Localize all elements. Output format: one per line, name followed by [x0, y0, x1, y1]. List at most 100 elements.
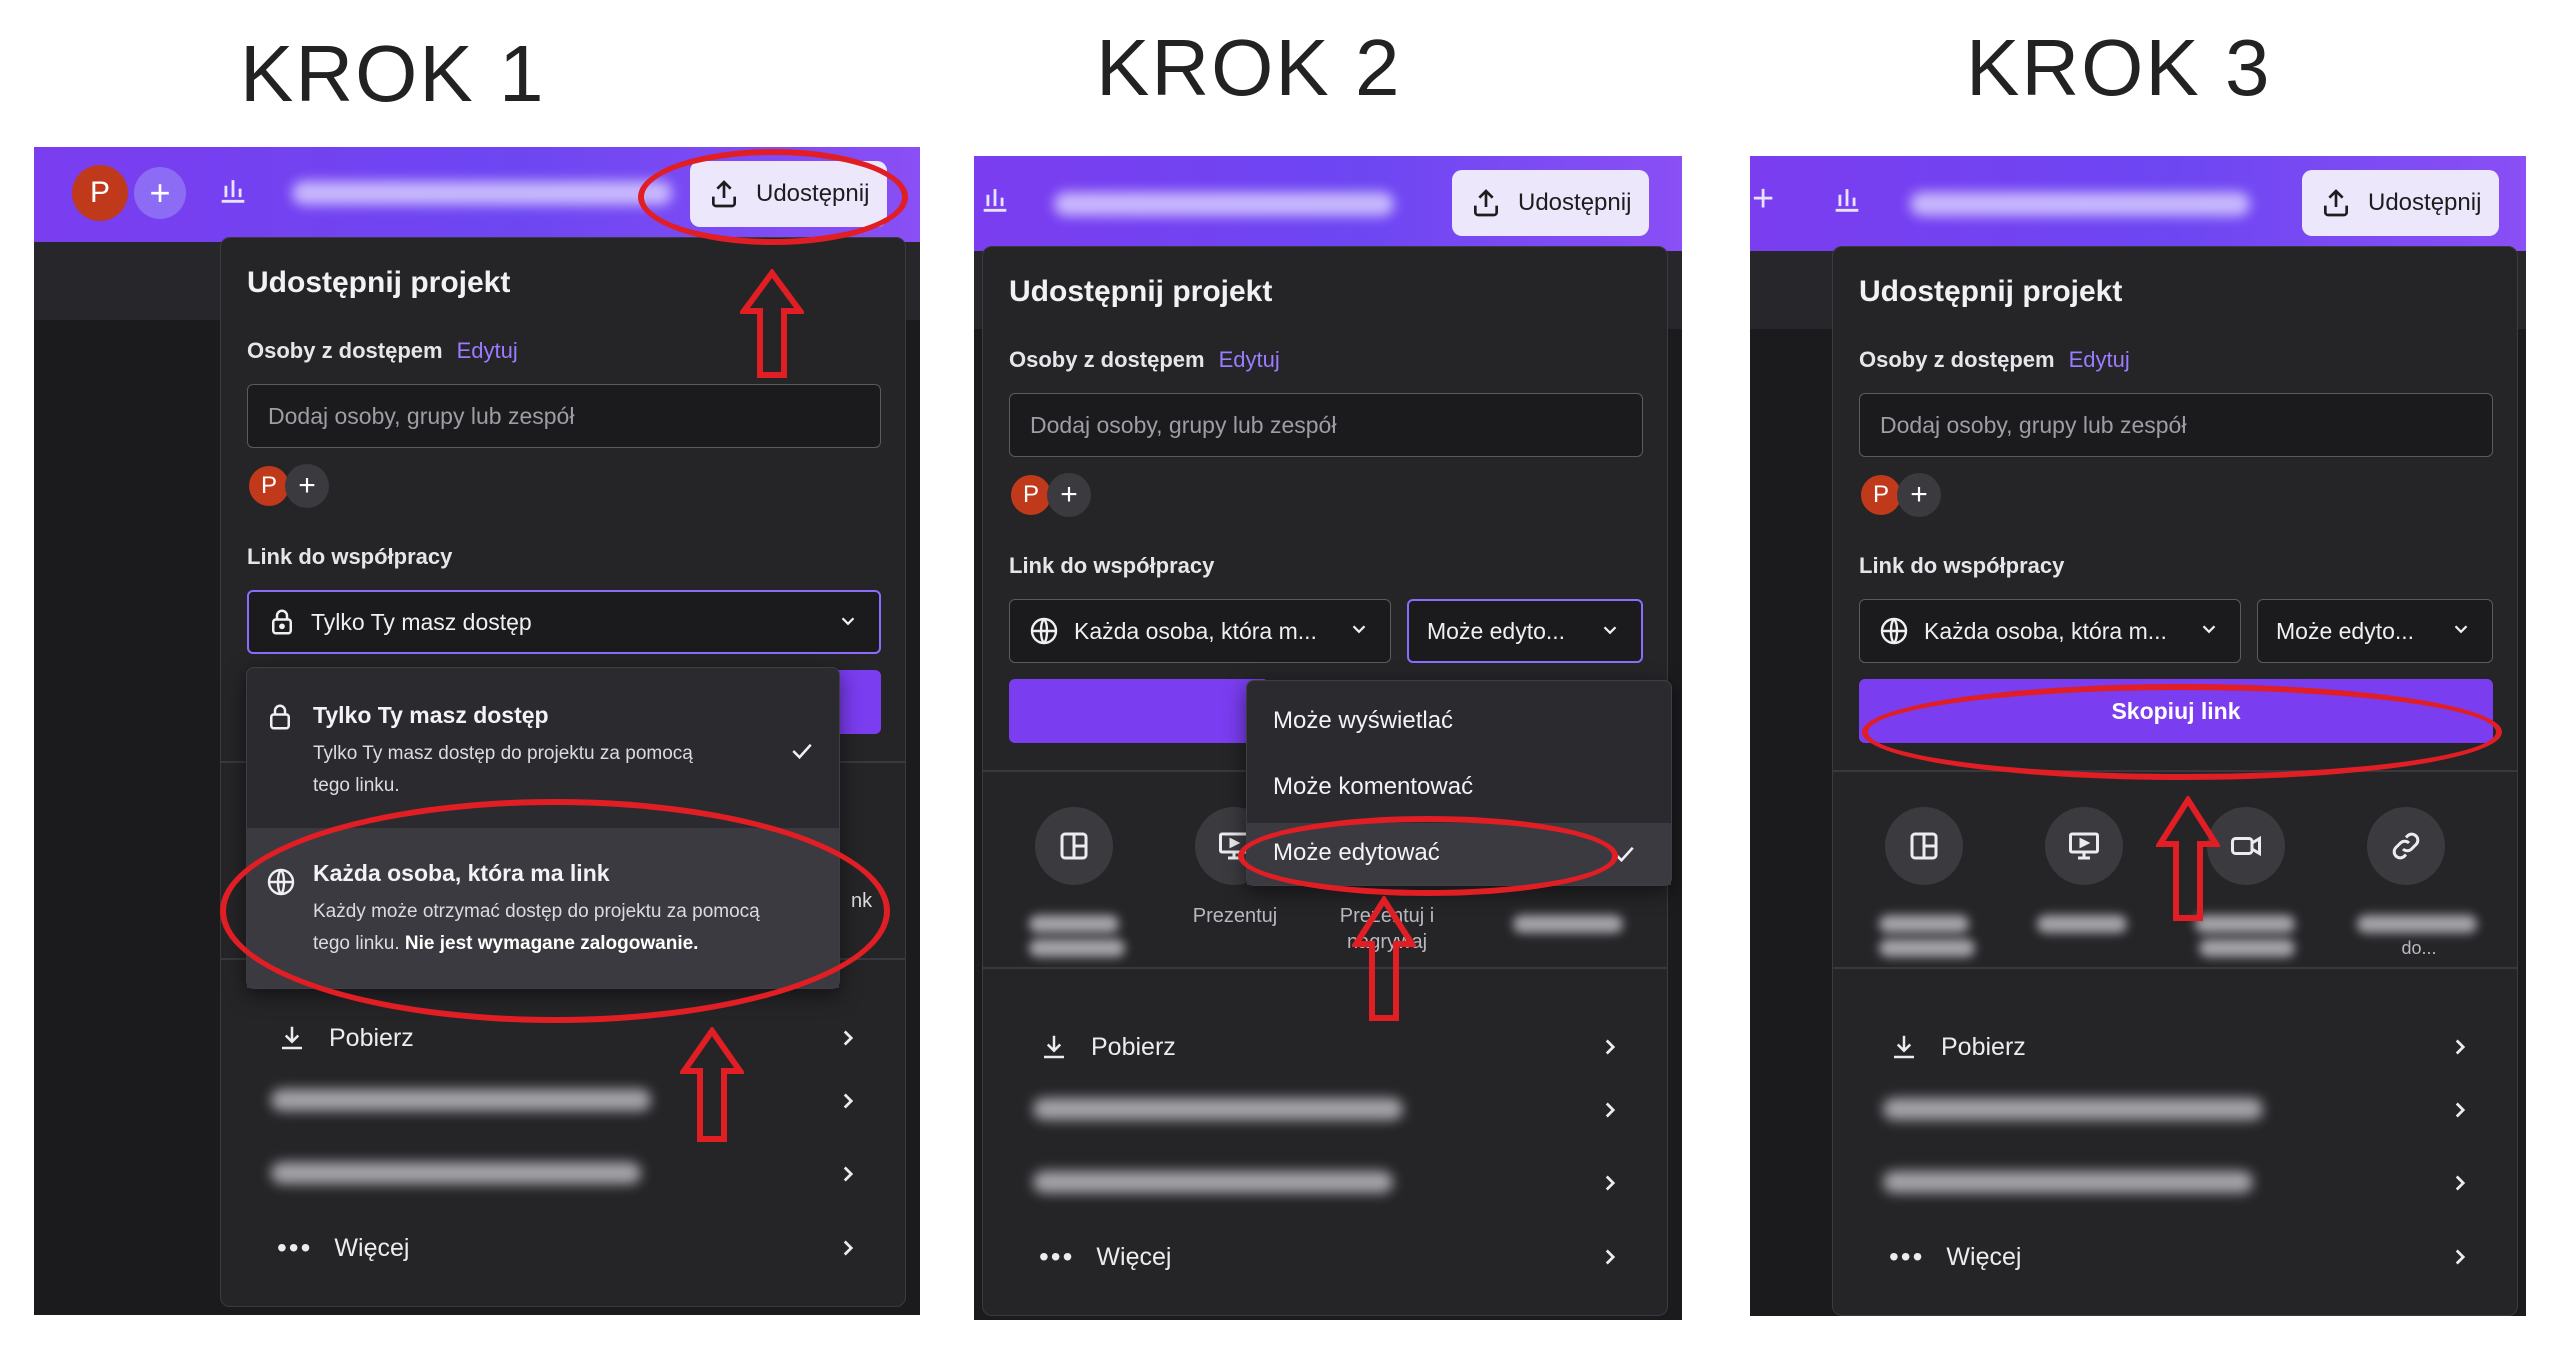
lock-icon — [270, 704, 290, 730]
chevron-right-icon — [1605, 1102, 1616, 1118]
blurred-label — [2199, 939, 2295, 957]
people-access-text: Osoby z dostępem — [247, 338, 443, 363]
chevron-right-icon — [843, 1030, 854, 1046]
download-icon — [1044, 1035, 1064, 1059]
present-shortcut[interactable] — [2045, 807, 2123, 885]
people-access-text: Osoby z dostępem — [1859, 347, 2055, 372]
blurred-row[interactable] — [271, 1162, 641, 1184]
check-icon — [792, 743, 812, 760]
ellipsis-icon: ••• — [277, 1232, 313, 1263]
user-avatar[interactable]: P — [72, 165, 128, 221]
share-button[interactable]: Udostępnij — [1452, 170, 1650, 236]
collab-link-label: Link do współpracy — [1859, 553, 2065, 578]
share-icon — [1474, 189, 1498, 217]
link-access-select[interactable]: Każda osoba, która m... — [1009, 599, 1391, 663]
link-access-value: Każda osoba, która m... — [1924, 617, 2167, 644]
link-access-select[interactable]: Tylko Ty masz dostęp — [247, 590, 881, 654]
edit-link[interactable]: Edytuj — [1219, 347, 1280, 372]
perm-option-view[interactable]: Może wyświetlać — [1273, 707, 1453, 735]
blurred-label — [1879, 939, 1975, 957]
add-collaborator-button[interactable]: + — [134, 167, 186, 219]
add-member-button[interactable]: + — [285, 464, 329, 508]
chart-icon[interactable] — [216, 173, 250, 215]
chart-icon[interactable] — [978, 182, 1012, 224]
template-shortcut[interactable] — [1885, 807, 1963, 885]
option-title: Tylko Ty masz dostęp — [313, 702, 549, 728]
blurred-label — [1513, 915, 1623, 933]
blurred-label — [1029, 915, 1119, 933]
template-shortcut[interactable] — [1035, 807, 1113, 885]
blurred-row[interactable] — [1883, 1171, 2253, 1193]
add-member-button[interactable]: + — [1897, 473, 1941, 517]
step-3-screenshot: + Udostępnij Udostępnij projekt Osoby z … — [1750, 156, 2526, 1316]
highlight-ellipse — [638, 149, 908, 245]
blurred-row[interactable] — [1883, 1098, 2263, 1120]
layout-icon — [1060, 832, 1088, 860]
download-row[interactable]: Pobierz — [277, 1008, 414, 1068]
copy-link-button-partial[interactable] — [1009, 679, 1269, 743]
chevron-right-icon — [843, 1166, 854, 1182]
step-1-title: KROK 1 — [240, 29, 546, 118]
permission-select[interactable]: Może edyto... — [2257, 599, 2493, 663]
arrow-up-annotation — [2156, 796, 2220, 921]
chevron-right-icon — [2455, 1175, 2466, 1191]
download-row[interactable]: Pobierz — [1889, 1017, 2026, 1077]
invite-input[interactable]: Dodaj osoby, grupy lub zespół — [1009, 393, 1643, 457]
share-popup: Udostępnij projekt Osoby z dostępem Edytu… — [1832, 246, 2518, 1316]
partial-label: do... — [2401, 938, 2437, 958]
more-row[interactable]: ••• Więcej — [277, 1218, 409, 1278]
more-row[interactable]: ••• Więcej — [1039, 1227, 1171, 1287]
share-button-label: Udostępnij — [1518, 189, 1632, 216]
collab-link-label: Link do współpracy — [247, 544, 453, 569]
edit-link[interactable]: Edytuj — [457, 338, 518, 363]
add-icon[interactable]: + — [1752, 178, 1774, 221]
people-access-text: Osoby z dostępem — [1009, 347, 1205, 372]
blurred-project-name — [1054, 192, 1394, 216]
download-label: Pobierz — [329, 1023, 414, 1052]
blurred-row[interactable] — [1033, 1171, 1393, 1193]
blurred-row[interactable] — [271, 1089, 651, 1111]
divider — [983, 967, 1667, 969]
blurred-row[interactable] — [1033, 1098, 1403, 1120]
globe-icon — [1030, 617, 1058, 645]
step-3-title: KROK 3 — [1966, 23, 2272, 112]
more-row[interactable]: ••• Więcej — [1889, 1227, 2021, 1287]
edit-link[interactable]: Edytuj — [2069, 347, 2130, 372]
collab-link-label: Link do współpracy — [1009, 553, 1215, 578]
blurred-project-name — [1910, 192, 2250, 216]
step-2-title: KROK 2 — [1096, 23, 1402, 112]
chart-icon[interactable] — [1830, 182, 1864, 224]
present-label: Prezentuj — [1192, 905, 1278, 927]
link-access-select[interactable]: Każda osoba, która m... — [1859, 599, 2241, 663]
record-icon — [2231, 835, 2261, 857]
popup-title: Udostępnij projekt — [1859, 275, 2123, 308]
ellipsis-icon: ••• — [1039, 1241, 1075, 1272]
people-access-label: Osoby z dostępem Edytuj — [247, 338, 518, 364]
highlight-ellipse — [220, 799, 890, 1023]
permission-select[interactable]: Może edyto... — [1407, 599, 1643, 663]
share-icon — [2324, 189, 2348, 217]
popup-title: Udostępnij projekt — [1009, 275, 1273, 308]
more-label: Więcej — [1096, 1242, 1172, 1271]
chevron-down-icon — [2454, 625, 2468, 634]
option-desc: Tylko Ty masz dostęp do projektu za pomo… — [313, 743, 693, 764]
chevron-down-icon — [1352, 625, 1366, 634]
ellipsis-icon: ••• — [1889, 1241, 1925, 1272]
share-button[interactable]: Udostępnij — [2302, 170, 2500, 236]
download-row[interactable]: Pobierz — [1039, 1017, 1176, 1077]
invite-input[interactable]: Dodaj osoby, grupy lub zespół — [1859, 393, 2493, 457]
share-button-label: Udostępnij — [2368, 189, 2482, 216]
chevron-right-icon — [1605, 1039, 1616, 1055]
chevron-right-icon — [2455, 1249, 2466, 1265]
link-shortcut[interactable] — [2367, 807, 2445, 885]
step-2-screenshot: Udostępnij Udostępnij projekt Osoby z do… — [974, 156, 1682, 1320]
invite-input[interactable]: Dodaj osoby, grupy lub zespół — [247, 384, 881, 448]
add-member-button[interactable]: + — [1047, 473, 1091, 517]
blurred-label — [1029, 939, 1125, 957]
perm-option-comment[interactable]: Może komentować — [1273, 773, 1473, 801]
layout-icon — [1910, 832, 1938, 860]
highlight-ellipse — [1862, 684, 2502, 780]
present-icon — [2069, 832, 2099, 860]
more-label: Więcej — [1946, 1242, 2022, 1271]
chevron-right-icon — [843, 1240, 854, 1256]
